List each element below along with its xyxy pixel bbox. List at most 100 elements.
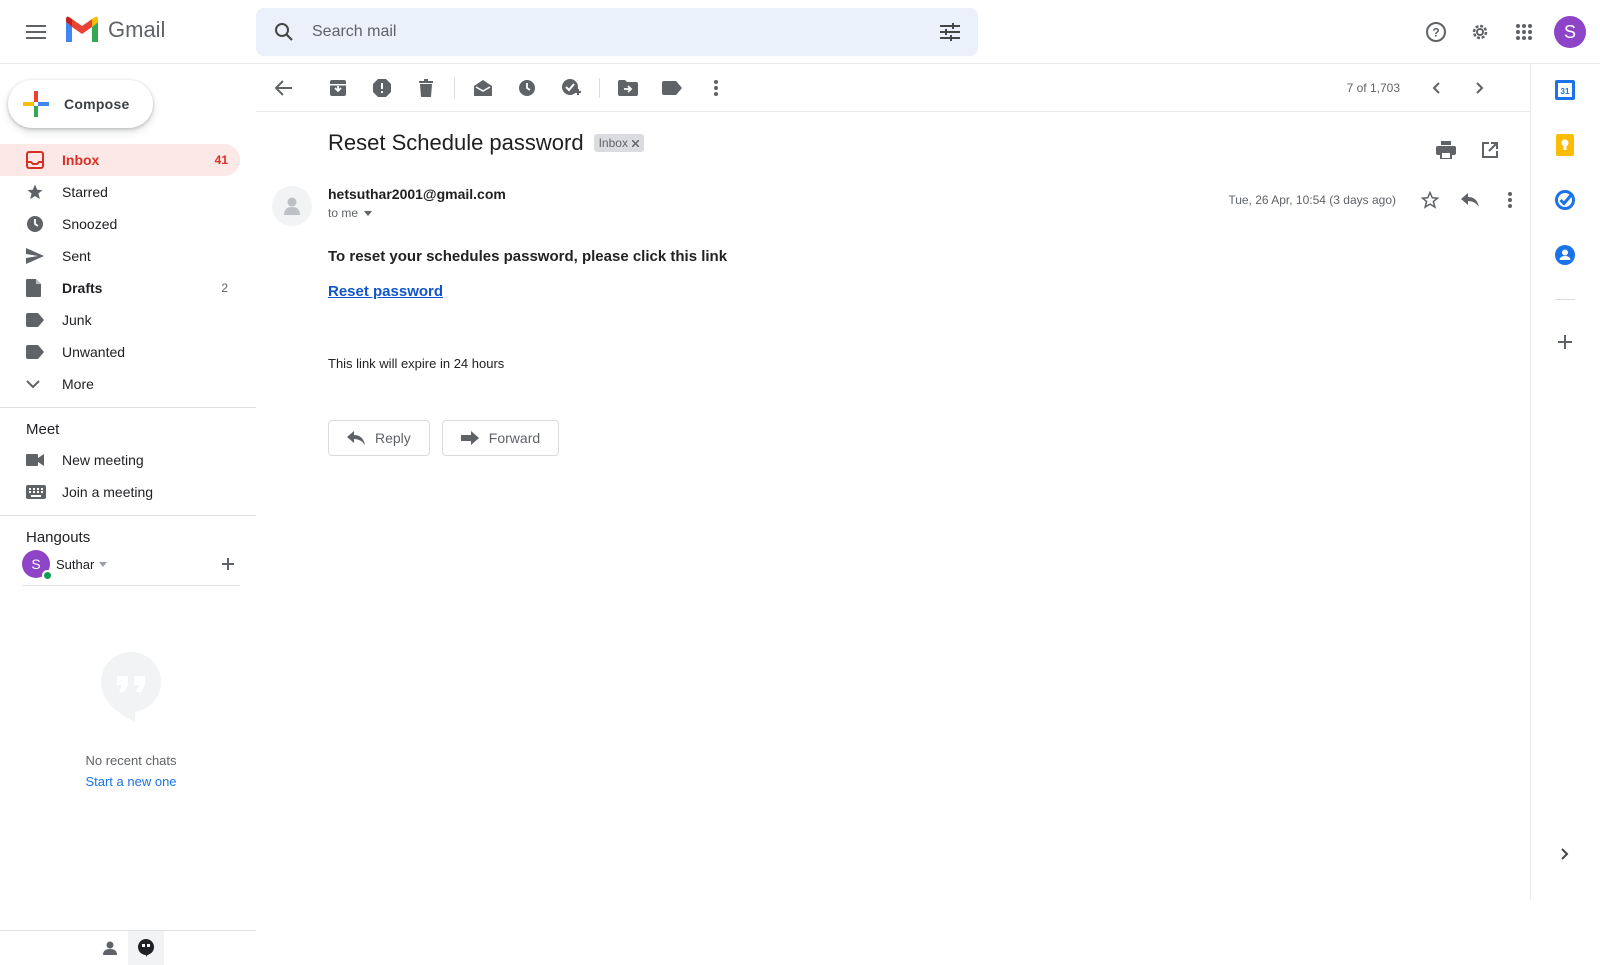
show-details-caret-icon[interactable] [364, 210, 373, 216]
no-recent-chats-text: No recent chats [85, 753, 177, 768]
sidebar-item-join-meeting[interactable]: Join a meeting [0, 476, 240, 508]
print-icon[interactable] [1426, 130, 1466, 170]
delete-trash-icon[interactable] [404, 68, 448, 108]
hangouts-user[interactable]: S Suthar [22, 548, 240, 581]
sidebar-item-label: Starred [62, 184, 108, 200]
hangouts-quote-icon[interactable] [128, 931, 164, 965]
sidebar-item-inbox[interactable]: Inbox 41 [0, 144, 240, 176]
recipients[interactable]: to me [328, 206, 506, 220]
calendar-icon[interactable]: 31 [1545, 70, 1585, 110]
reply-label: Reply [375, 430, 411, 446]
report-spam-icon[interactable] [360, 68, 404, 108]
add-plus-icon[interactable] [222, 558, 234, 570]
pagination-text: 7 of 1,703 [1346, 81, 1400, 95]
divider [0, 515, 256, 516]
tasks-icon[interactable] [1545, 180, 1585, 220]
get-addons-plus-icon[interactable] [1545, 322, 1585, 362]
chat-bubble-icon [101, 652, 161, 722]
remove-label-close-icon[interactable] [631, 139, 639, 147]
link-expiry-text: This link will expire in 24 hours [328, 356, 505, 371]
open-in-new-window-icon[interactable] [1470, 130, 1510, 170]
top-bar: Gmail Search mail ? S [0, 0, 1600, 64]
main-menu-icon[interactable] [20, 16, 52, 48]
keep-notes-icon[interactable] [1545, 125, 1585, 165]
compose-button[interactable]: Compose [8, 80, 153, 128]
search-bar[interactable]: Search mail [256, 8, 978, 56]
back-arrow-icon[interactable] [262, 68, 306, 108]
inbox-label-chip[interactable]: Inbox [593, 134, 644, 152]
start-new-chat-link[interactable]: Start a new one [0, 774, 262, 789]
reply-button[interactable]: Reply [328, 420, 430, 456]
online-status-dot [42, 570, 53, 581]
recipients-text: to me [328, 206, 359, 220]
help-icon[interactable]: ? [1416, 12, 1456, 52]
forward-arrow-icon [460, 431, 479, 445]
sidebar-item-label: Snoozed [62, 216, 118, 232]
hangouts-bottom-tabs [0, 930, 256, 965]
email-body: To reset your schedules password, please… [328, 248, 727, 371]
mark-unread-icon[interactable] [461, 68, 505, 108]
email-view: 7 of 1,703 Reset Schedule password Inbox… [256, 64, 1530, 900]
sidebar-item-label: Sent [62, 248, 91, 264]
sidebar-item-label: Drafts [62, 280, 103, 296]
sidebar-item-sent[interactable]: Sent [0, 240, 240, 272]
compose-label: Compose [64, 96, 130, 112]
folder-list: Inbox 41 Starred Snoozed Sent Drafts 2 J… [0, 144, 256, 552]
gmail-m-icon [66, 16, 98, 42]
side-panel: 31 [1530, 64, 1600, 900]
apps-grid-icon[interactable] [1504, 12, 1544, 52]
svg-text:?: ? [1432, 26, 1439, 40]
hangouts-empty-state: No recent chats Start a new one [0, 652, 262, 789]
label-tag-icon [26, 345, 62, 359]
older-chevron-right-icon[interactable] [1458, 68, 1502, 108]
email-subject: Reset Schedule password [328, 130, 584, 155]
hangouts-user-name: Suthar [56, 556, 95, 572]
meet-section-title: Meet [26, 420, 60, 438]
contacts-person-icon[interactable] [92, 931, 128, 965]
hangouts-avatar-initial: S [31, 556, 41, 572]
sidebar-item-junk[interactable]: Junk [0, 304, 240, 336]
sidebar-item-label: Join a meeting [62, 484, 154, 500]
settings-gear-icon[interactable] [1460, 12, 1500, 52]
compose-plus-icon [8, 91, 64, 117]
account-avatar[interactable]: S [1554, 16, 1586, 48]
caret-down-icon[interactable] [99, 561, 108, 567]
email-subject-row: Reset Schedule password Inbox [328, 130, 644, 156]
more-vertical-icon[interactable] [694, 68, 738, 108]
message-meta: Tue, 26 Apr, 10:54 (3 days ago) [1228, 180, 1530, 220]
sender-email[interactable]: hetsuthar2001@gmail.com [328, 186, 506, 202]
search-input[interactable]: Search mail [312, 23, 922, 41]
subject-actions [1426, 130, 1510, 170]
toolbar-separator [454, 77, 455, 98]
sidebar-item-starred[interactable]: Starred [0, 176, 240, 208]
sender-info: hetsuthar2001@gmail.com to me [328, 186, 506, 220]
more-vertical-icon[interactable] [1490, 180, 1530, 220]
add-to-tasks-icon[interactable] [549, 68, 593, 108]
keyboard-icon [26, 485, 62, 499]
sidebar-item-unwanted[interactable]: Unwanted [0, 336, 240, 368]
search-icon[interactable] [256, 22, 312, 42]
star-outline-icon[interactable] [1410, 180, 1450, 220]
sidebar-item-drafts[interactable]: Drafts 2 [0, 272, 240, 304]
newer-chevron-left-icon[interactable] [1414, 68, 1458, 108]
email-toolbar: 7 of 1,703 [256, 64, 1530, 112]
archive-icon[interactable] [316, 68, 360, 108]
top-right-controls: ? S [1416, 12, 1586, 52]
toolbar-separator [599, 77, 600, 98]
sidebar-item-new-meeting[interactable]: New meeting [0, 444, 240, 476]
reply-arrow-icon[interactable] [1450, 180, 1490, 220]
gmail-logo[interactable]: Gmail [64, 16, 165, 44]
inbox-icon [26, 151, 62, 169]
search-options-icon[interactable] [922, 23, 978, 41]
reset-password-link[interactable]: Reset password [328, 283, 727, 300]
contacts-icon[interactable] [1545, 235, 1585, 275]
label-tag-icon[interactable] [650, 68, 694, 108]
sidebar-item-more[interactable]: More [0, 368, 240, 400]
snooze-clock-icon[interactable] [505, 68, 549, 108]
pagination: 7 of 1,703 [1347, 68, 1502, 108]
expand-panel-chevron-icon[interactable] [1545, 834, 1585, 874]
inbox-unread-count: 41 [214, 153, 228, 167]
move-to-folder-icon[interactable] [606, 68, 650, 108]
forward-button[interactable]: Forward [441, 420, 560, 456]
sidebar-item-snoozed[interactable]: Snoozed [0, 208, 240, 240]
